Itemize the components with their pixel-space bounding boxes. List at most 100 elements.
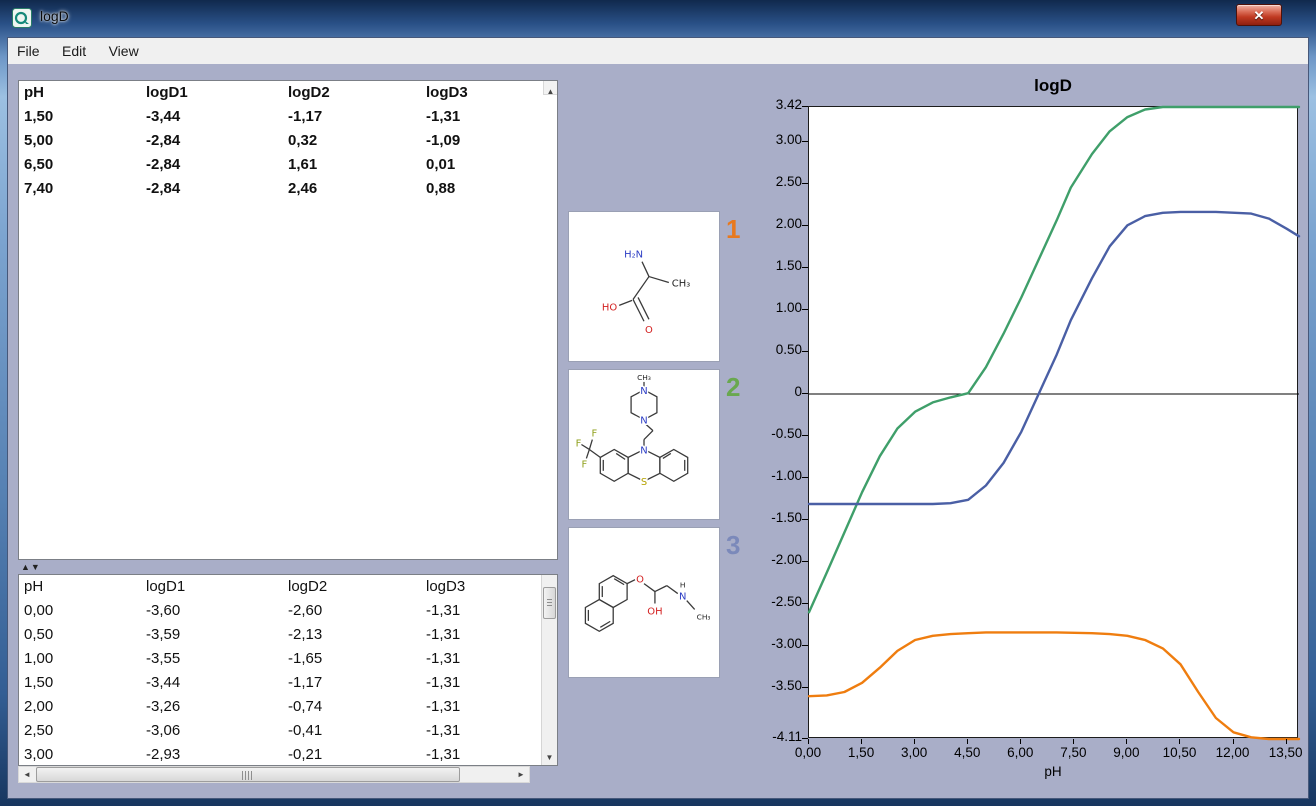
scroll-right-icon[interactable]: ► [513,767,529,782]
table-cell: -1,17 [288,671,426,695]
menu-edit[interactable]: Edit [53,38,95,64]
x-tick-label: 3,00 [888,745,940,760]
table-cell: 0,00 [24,599,146,623]
y-tick-label: -0.50 [748,426,802,441]
table-row[interactable]: 1,50-3,44-1,17-1,31 [19,105,557,129]
structure-3-image: O OH N H CH₃ [568,527,720,678]
table-cell: -2,60 [288,599,426,623]
y-tick-label: 1.00 [748,300,802,315]
y-tick-label: -3.00 [748,636,802,651]
x-tick-label: 6,00 [994,745,1046,760]
series-line-1 [809,632,1299,739]
column-header: pH [24,81,146,105]
table-row[interactable]: 2,00-3,26-0,74-1,31 [19,695,557,719]
app-window: logD ✕ File Edit View pHlogD1logD2logD3 1… [0,0,1316,806]
splitter-down-icon[interactable]: ▼ [31,562,41,572]
x-tick-label: 1,50 [835,745,887,760]
y-tick-label: -3.50 [748,678,802,693]
splitter-up-icon[interactable]: ▲ [21,562,31,572]
y-tick-mark [802,351,808,352]
top-table: pHlogD1logD2logD31,50-3,44-1,17-1,315,00… [18,80,558,560]
table-header-row: pHlogD1logD2logD3 [19,575,557,599]
table-cell: -2,93 [146,743,288,765]
table-cell: -1,31 [426,647,557,671]
y-tick-mark [802,435,808,436]
table-cell: -1,31 [426,719,557,743]
table-row[interactable]: 7,40-2,842,460,88 [19,177,557,201]
table-cell: -2,84 [146,129,288,153]
horizontal-scrollbar[interactable]: ◄ ► [18,766,530,783]
table-row[interactable]: 1,50-3,44-1,17-1,31 [19,671,557,695]
chart-canvas [809,107,1299,739]
table-cell: -3,44 [146,105,288,129]
table-row[interactable]: 0,50-3,59-2,13-1,31 [19,623,557,647]
y-tick-mark [802,519,808,520]
column-header: logD1 [146,81,288,105]
vertical-scrollbar-thumb[interactable] [543,587,556,619]
table-row[interactable]: 5,00-2,840,32-1,09 [19,129,557,153]
table-cell: -0,21 [288,743,426,765]
atom-label: N [640,386,647,397]
atom-label: S [641,477,647,488]
table-cell: -2,13 [288,623,426,647]
table-cell: -0,74 [288,695,426,719]
bottom-table-scrollbar[interactable]: ▼ [541,575,557,765]
table-cell: -1,17 [288,105,426,129]
table-cell: 7,40 [24,177,146,201]
table-row[interactable]: 1,00-3,55-1,65-1,31 [19,647,557,671]
top-table-scrollbar[interactable]: ▲ [543,81,557,95]
y-tick-mark [802,687,808,688]
table-cell: -3,59 [146,623,288,647]
y-tick-mark [802,267,808,268]
atom-label: N [640,416,647,427]
chart-title: logD [808,76,1298,96]
table-cell: -3,26 [146,695,288,719]
atom-label: F [576,438,582,449]
menu-file[interactable]: File [8,38,49,64]
scroll-up-icon[interactable]: ▲ [547,87,555,96]
table-row[interactable]: 2,50-3,06-0,41-1,31 [19,719,557,743]
atom-label: N [679,592,686,603]
y-tick-label: -1.50 [748,510,802,525]
y-tick-label: 3.42 [748,97,802,112]
atom-label: N [640,445,647,456]
scroll-left-icon[interactable]: ◄ [19,767,35,782]
plot-area [808,106,1298,738]
column-header: logD3 [426,575,557,599]
table-splitter[interactable]: ▲▼ [18,560,558,574]
table-cell: -1,31 [426,599,557,623]
x-tick-label: 10,50 [1153,745,1205,760]
y-tick-label: 3.00 [748,132,802,147]
table-cell: 1,61 [288,153,426,177]
thumb-grip [242,771,254,780]
table-cell: -3,55 [146,647,288,671]
series-line-3 [809,212,1299,504]
table-row[interactable]: 3,00-2,93-0,21-1,31 [19,743,557,765]
y-tick-label: -1.00 [748,468,802,483]
table-row[interactable]: 6,50-2,841,610,01 [19,153,557,177]
table-cell: -3,60 [146,599,288,623]
y-tick-label: 1.50 [748,258,802,273]
table-cell: 5,00 [24,129,146,153]
x-axis-label: pH [808,764,1298,779]
table-cell: 2,50 [24,719,146,743]
table-row[interactable]: 0,00-3,60-2,60-1,31 [19,599,557,623]
top-table-grid: pHlogD1logD2logD31,50-3,44-1,17-1,315,00… [19,81,557,559]
table-cell: -1,09 [426,129,557,153]
table-cell: 1,50 [24,105,146,129]
titlebar[interactable]: logD ✕ [0,0,1316,38]
menu-view[interactable]: View [100,38,148,64]
table-cell: -3,06 [146,719,288,743]
x-tick-mark [967,739,968,744]
x-tick-label: 0,00 [782,745,834,760]
window-client-area: File Edit View pHlogD1logD2logD31,50-3,4… [8,38,1308,798]
column-header: pH [24,575,146,599]
column-header: logD3 [426,81,557,105]
scroll-down-icon[interactable]: ▼ [542,750,557,765]
table-cell: -1,31 [426,671,557,695]
structure-3-label: 3 [726,530,740,561]
horizontal-scrollbar-thumb[interactable] [36,767,460,782]
structure-1-label: 1 [726,214,740,245]
structure-1-image: H₂N CH₃ HO O [568,211,720,362]
close-button[interactable]: ✕ [1236,4,1282,26]
